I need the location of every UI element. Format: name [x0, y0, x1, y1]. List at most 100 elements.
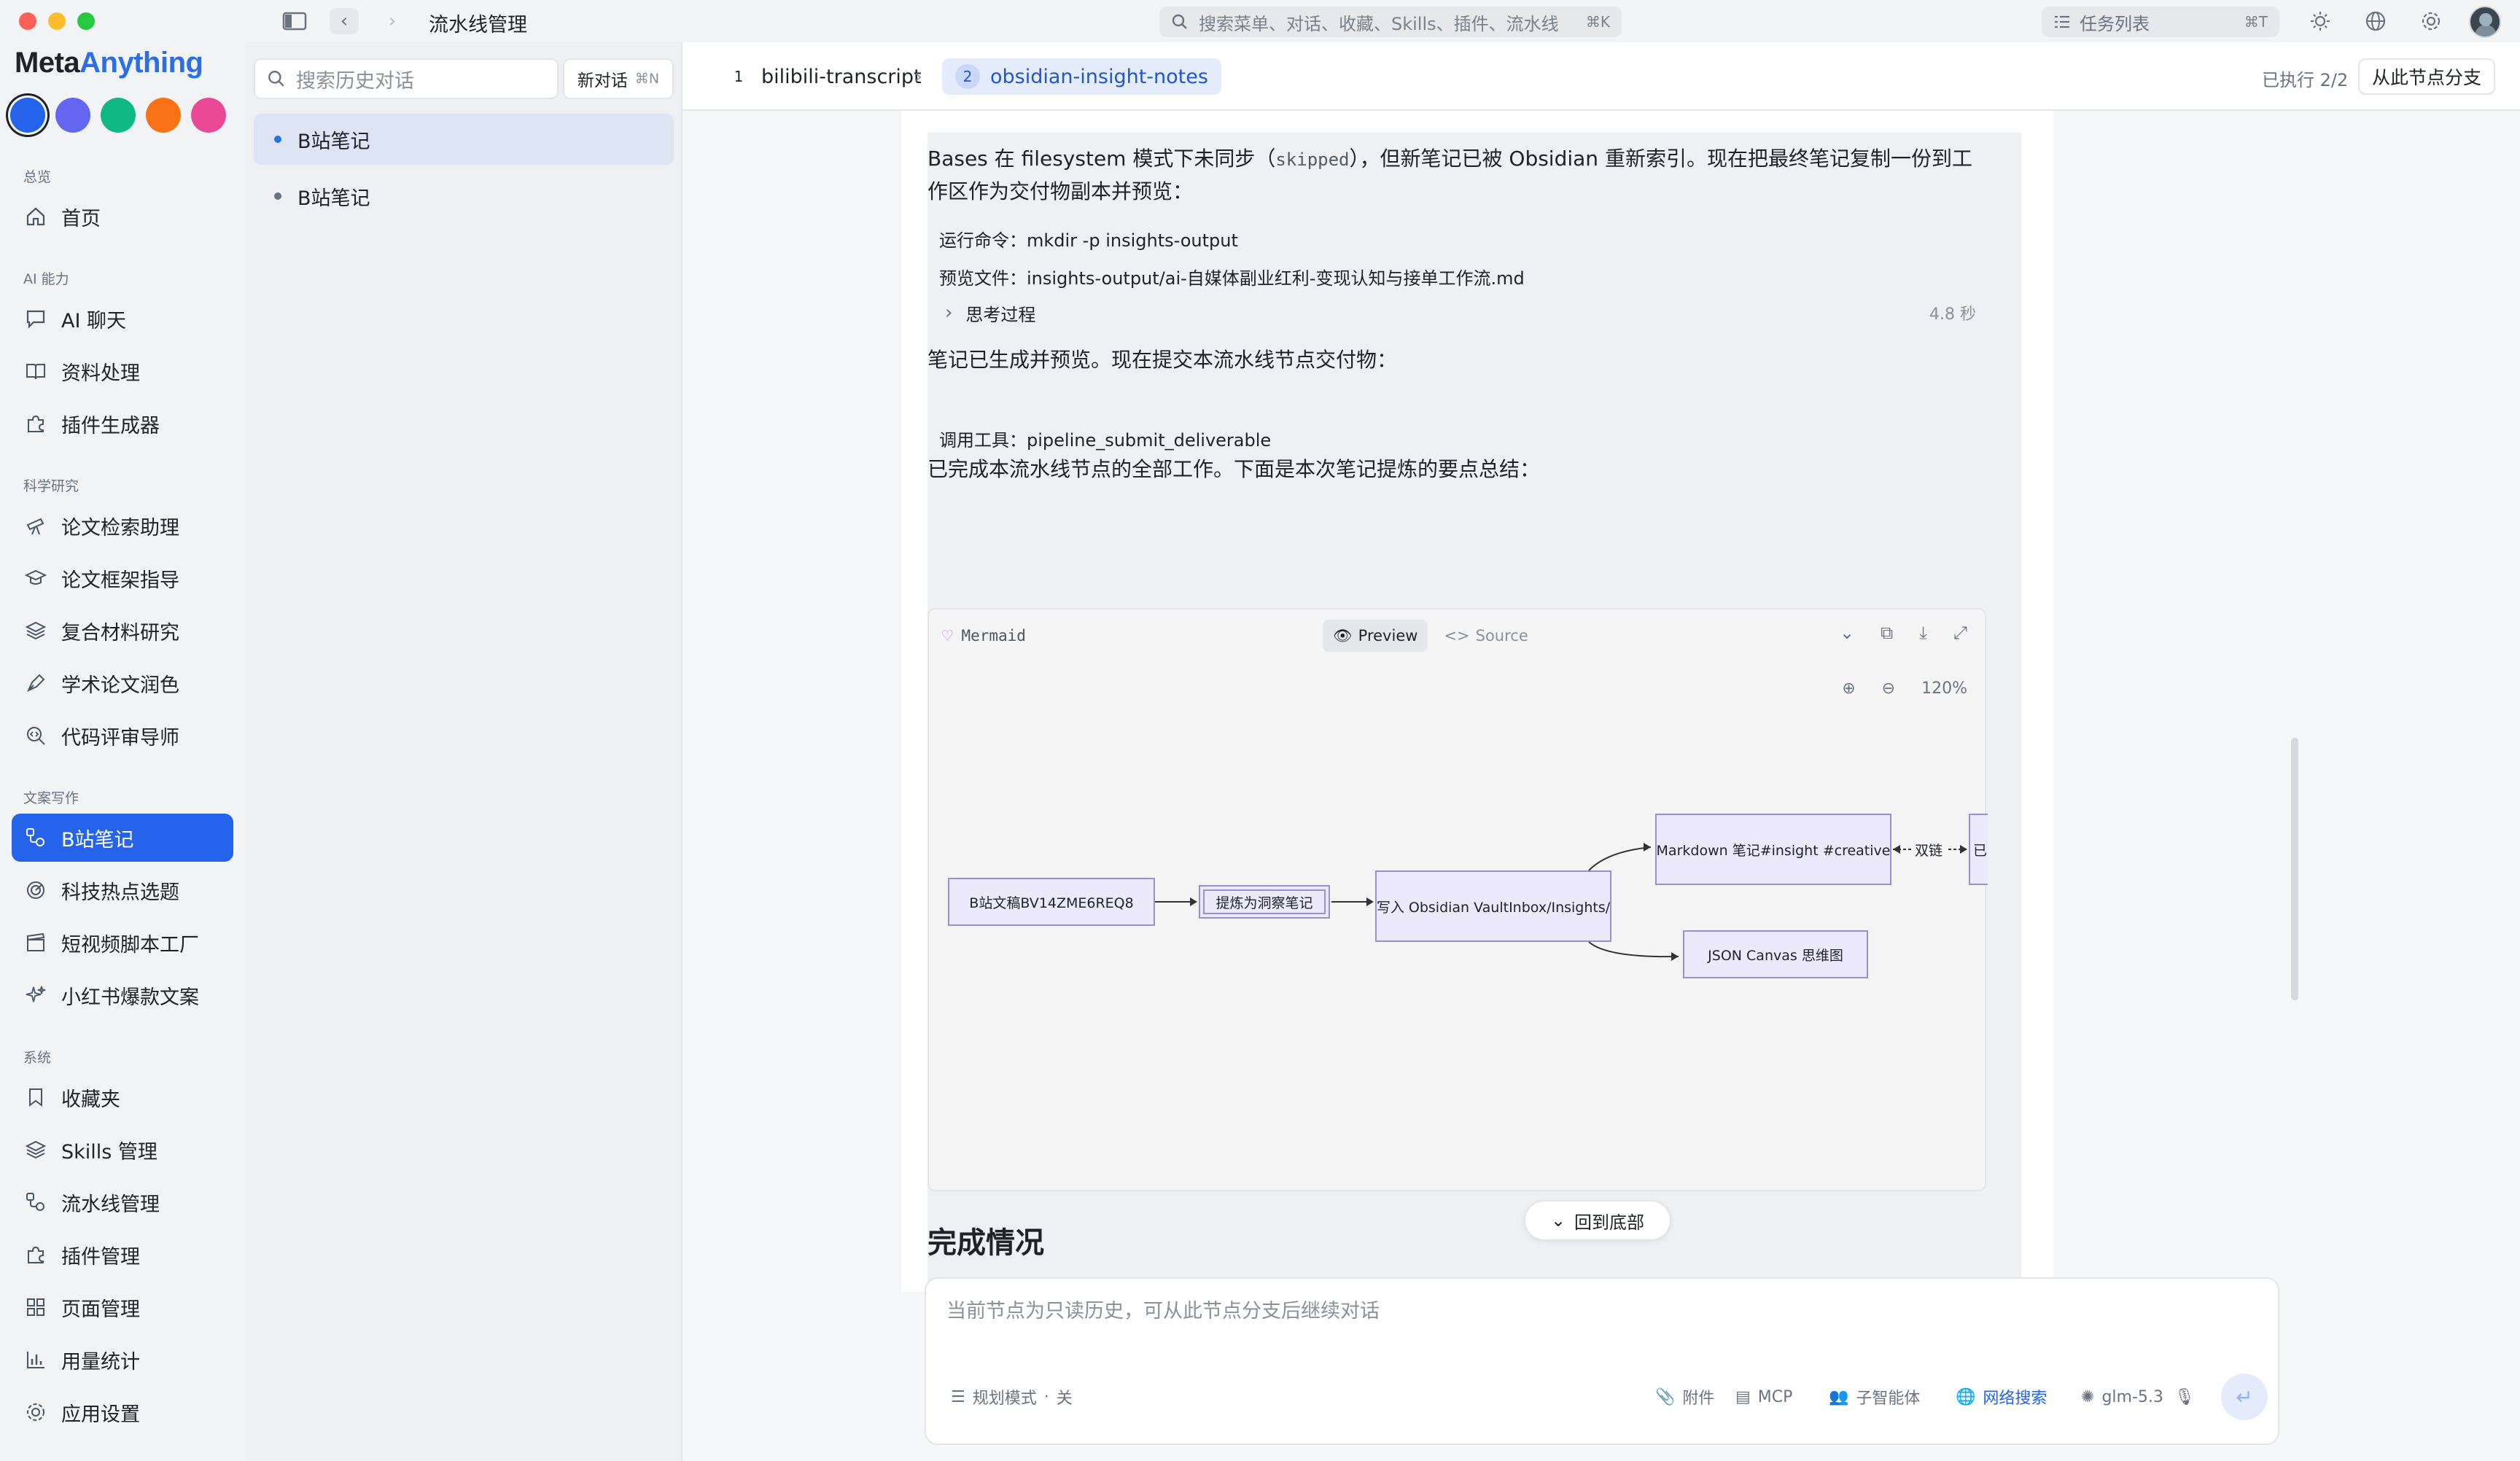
sidebar-item-plugins[interactable]: 插件管理: [12, 1231, 233, 1279]
history-item[interactable]: B站笔记: [254, 114, 674, 165]
thinking-time: 4.8 秒: [1929, 305, 1976, 324]
subagent-button[interactable]: 👥 子智能体: [1829, 1382, 1920, 1411]
chat-bubble-icon: [23, 306, 48, 331]
enter-icon: ↵: [2236, 1384, 2253, 1409]
sidebar-item-material[interactable]: 资料处理: [12, 347, 233, 395]
tool-call-line: 调用工具：pipeline_submit_deliverable: [939, 430, 1272, 451]
search-shortcut: ⌘K: [1585, 13, 1610, 31]
radar-icon: [23, 878, 48, 903]
scrollbar-thumb[interactable]: [2291, 738, 2298, 1000]
theme-swatch-green[interactable]: [101, 98, 136, 133]
sidebar-item-label: 插件生成器: [61, 414, 160, 437]
puzzle-icon: [23, 411, 48, 436]
history-item[interactable]: B站笔记: [254, 171, 674, 222]
sidebar-item-composite[interactable]: 复合材料研究: [12, 607, 233, 655]
brand-part-a: Meta: [15, 47, 80, 79]
clapperboard-icon: [23, 930, 48, 955]
pipeline-step-2[interactable]: 2 obsidian-insight-notes: [942, 58, 1221, 95]
tool-call-line: 预览文件：insights-output/ai-自媒体副业红利-变现认知与接单工…: [939, 268, 1525, 289]
section-writing: 文案写作: [23, 790, 79, 806]
branch-from-node-button[interactable]: 从此节点分支: [2358, 58, 2495, 95]
sidebar-item-xhs[interactable]: 小红书爆款文案: [12, 971, 233, 1019]
attach-button[interactable]: 📎 附件: [1655, 1382, 1714, 1411]
maximize-window-button[interactable]: [77, 12, 95, 30]
back-arrow-icon[interactable]: ‹: [330, 8, 359, 34]
search-icon: [1172, 14, 1187, 29]
sidebar-item-paper-search[interactable]: 论文检索助理: [12, 502, 233, 550]
sidebar-toggle-icon[interactable]: [280, 8, 309, 34]
sidebar-item-settings[interactable]: 应用设置: [12, 1388, 233, 1436]
theme-swatch-orange[interactable]: [146, 98, 181, 133]
section-research: 科学研究: [23, 478, 79, 494]
model-selector[interactable]: ✺ glm-5.3: [2081, 1382, 2163, 1411]
history-item-label: B站笔记: [298, 130, 370, 153]
sidebar-item-short-video[interactable]: 短视频脚本工厂: [12, 919, 233, 967]
message-composer[interactable]: 当前节点为只读历史，可从此节点分支后继续对话 ☰ 规划模式 · 关 📎 附件 ▤…: [925, 1277, 2279, 1445]
user-avatar[interactable]: [2469, 6, 2501, 38]
global-search-input[interactable]: 搜索菜单、对话、收藏、Skills、插件、流水线 ⌘K: [1159, 7, 1622, 37]
theme-swatch-blue[interactable]: [10, 98, 45, 133]
brand-part-b: Anything: [79, 47, 203, 79]
back-to-bottom-button[interactable]: ⌄ 回到底部: [1524, 1200, 1671, 1241]
pipeline-step-1[interactable]: 1 bilibili-transcript: [713, 58, 935, 95]
sidebar-item-usage[interactable]: 用量统计: [12, 1336, 233, 1384]
sidebar-item-paper-frame[interactable]: 论文框架指导: [12, 554, 233, 602]
sidebar-item-pages[interactable]: 页面管理: [12, 1283, 233, 1331]
sidebar-item-tech-topics[interactable]: 科技热点选题: [12, 866, 233, 914]
theme-color-picker: [10, 98, 226, 133]
step-number: 1: [734, 68, 744, 85]
sidebar-item-label: 复合材料研究: [61, 621, 179, 644]
theme-sun-icon[interactable]: [2306, 8, 2335, 34]
chevron-right-icon: ›: [914, 64, 923, 88]
sidebar-item-label: 科技热点选题: [61, 881, 179, 904]
history-dot: [274, 192, 281, 200]
theme-swatch-pink[interactable]: [191, 98, 226, 133]
chevron-right-icon: ›: [945, 302, 953, 324]
sidebar-item-pipeline[interactable]: 流水线管理: [12, 1178, 233, 1226]
sidebar-item-home[interactable]: 首页: [12, 192, 233, 241]
window-controls: [19, 12, 95, 30]
sidebar-item-label: 代码评审导师: [61, 726, 179, 749]
history-dot: [274, 136, 281, 143]
sidebar-item-label: 小红书爆款文案: [61, 986, 199, 1009]
history-search-input[interactable]: 搜索历史对话: [254, 58, 559, 99]
sidebar-item-ai-chat[interactable]: AI 聊天: [12, 295, 233, 343]
sidebar-item-plugin-generator[interactable]: 插件生成器: [12, 400, 233, 448]
sidebar-item-favorites[interactable]: 收藏夹: [12, 1073, 233, 1121]
new-chat-shortcut: ⌘N: [634, 71, 660, 87]
web-search-label: 网络搜索: [1983, 1390, 2048, 1408]
sidebar-item-polish[interactable]: 学术论文润色: [12, 659, 233, 707]
grid-icon: [23, 1295, 48, 1320]
gear-icon[interactable]: [2416, 8, 2446, 34]
sparkles-icon: [23, 983, 48, 1008]
sidebar-item-skills[interactable]: Skills 管理: [12, 1126, 233, 1174]
step-number: 2: [955, 64, 980, 89]
close-window-button[interactable]: [19, 12, 36, 30]
mcp-button[interactable]: ▤ MCP: [1735, 1382, 1792, 1411]
forward-arrow-icon[interactable]: ›: [378, 8, 407, 34]
mermaid-block: ♡ Mermaid 👁 Preview <> Source ⌄ ⧉ ⤓ ⤢ ⊕ ⊖ …: [928, 608, 1988, 1191]
puzzle-icon: [23, 1242, 48, 1267]
telescope-icon: [23, 513, 48, 538]
task-list-button[interactable]: 任务列表 ⌘T: [2042, 7, 2279, 37]
theme-swatch-indigo[interactable]: [55, 98, 90, 133]
bar-chart-icon: [23, 1347, 48, 1372]
book-icon: [23, 359, 48, 383]
history-panel: 搜索历史对话 新对话 ⌘N B站笔记 B站笔记: [245, 42, 682, 1461]
sidebar-item-bili-notes[interactable]: B站笔记: [12, 814, 233, 862]
main-area: 1 bilibili-transcript › 2 obsidian-insig…: [682, 42, 2520, 1461]
new-chat-label: 新对话: [577, 71, 628, 90]
minimize-window-button[interactable]: [48, 12, 66, 30]
sidebar-item-code-review[interactable]: 代码评审导师: [12, 712, 233, 760]
back-to-bottom-label: 回到底部: [1574, 1212, 1645, 1233]
plan-mode-state: 关: [1056, 1390, 1073, 1408]
globe-icon[interactable]: [2361, 8, 2390, 34]
new-chat-button[interactable]: 新对话 ⌘N: [563, 58, 674, 99]
microphone-icon[interactable]: 🎙: [2174, 1382, 2195, 1411]
send-button[interactable]: ↵: [2221, 1374, 2268, 1420]
message-paragraph: 已完成本流水线节点的全部工作。下面是本次笔记提炼的要点总结：: [928, 457, 1541, 481]
thinking-toggle[interactable]: › 思考过程 4.8 秒: [928, 295, 1985, 331]
web-search-toggle[interactable]: 🌐 网络搜索: [1956, 1382, 2047, 1411]
users-icon: 👥: [1829, 1387, 1849, 1406]
plan-mode-toggle[interactable]: ☰ 规划模式 · 关: [951, 1382, 1073, 1411]
